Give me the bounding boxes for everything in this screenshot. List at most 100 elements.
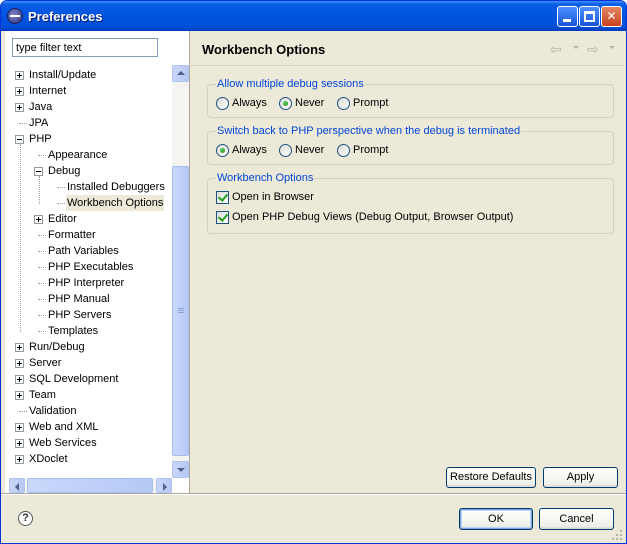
preference-tree-pane: Install/Update Internet Java JPA PHP Appearan… — [5, 31, 189, 493]
tree-item-label: Validation — [29, 405, 77, 417]
tree-item[interactable]: Server — [9, 355, 172, 371]
window-title: Preferences — [28, 9, 103, 24]
tree-item[interactable]: Appearance — [9, 147, 172, 163]
scroll-thumb[interactable] — [172, 166, 189, 456]
expand-icon[interactable] — [15, 87, 24, 96]
radio-button[interactable] — [216, 97, 229, 110]
expand-icon[interactable] — [15, 359, 24, 368]
cancel-button[interactable]: Cancel — [539, 508, 614, 530]
expand-icon[interactable] — [15, 439, 24, 448]
checkbox-label: Open PHP Debug Views (Debug Output, Brow… — [232, 211, 514, 223]
horizontal-scroll-thumb[interactable] — [27, 478, 153, 493]
tree-item[interactable]: Internet — [9, 83, 172, 99]
expand-icon[interactable] — [34, 215, 43, 224]
scroll-left-button[interactable] — [9, 478, 25, 493]
tree-item[interactable]: PHP Interpreter — [9, 275, 172, 291]
tree-item[interactable]: Installed Debuggers — [9, 179, 172, 195]
group-multiple-debug-sessions: Allow multiple debug sessions Always Nev… — [207, 78, 614, 118]
tree-item[interactable]: PHP Servers — [9, 307, 172, 323]
filter-input[interactable] — [12, 38, 158, 57]
forward-menu-icon[interactable] — [609, 46, 615, 49]
radio-label: Prompt — [353, 144, 389, 156]
tree-item-label: Web Services — [29, 437, 97, 449]
tree-vertical-scrollbar[interactable] — [172, 65, 189, 478]
resize-grip-icon[interactable] — [612, 530, 624, 542]
checkbox[interactable] — [216, 191, 229, 204]
tree-item[interactable]: Run/Debug — [9, 339, 172, 355]
tree-connector — [57, 187, 65, 188]
back-menu-icon[interactable] — [573, 46, 579, 49]
minimize-icon — [563, 19, 571, 22]
forward-arrow-icon[interactable]: ⇨ — [587, 41, 599, 58]
tree-connector — [38, 251, 46, 252]
restore-defaults-button[interactable]: Restore Defaults — [446, 467, 536, 488]
expand-icon[interactable] — [15, 375, 24, 384]
expand-icon[interactable] — [15, 71, 24, 80]
scroll-down-button[interactable] — [172, 461, 189, 478]
checkbox-label: Open in Browser — [232, 191, 314, 203]
tree-guide-line — [20, 144, 21, 332]
tree-item[interactable]: XDoclet — [9, 451, 172, 467]
ok-button[interactable]: OK — [459, 508, 533, 530]
group-workbench-options: Workbench Options Open in Browser Open P… — [207, 172, 614, 234]
tree-connector — [57, 203, 65, 204]
tree-item[interactable]: PHP — [9, 131, 172, 147]
expand-icon[interactable] — [15, 423, 24, 432]
tree-item[interactable]: Formatter — [9, 227, 172, 243]
radio-button[interactable] — [279, 144, 292, 157]
tree-horizontal-scrollbar[interactable] — [9, 478, 172, 493]
tree-item-label: Path Variables — [48, 245, 119, 257]
tree-item-label: Debug — [48, 165, 81, 177]
radio-button[interactable] — [216, 144, 229, 157]
scroll-right-button[interactable] — [156, 478, 172, 493]
tree-item[interactable]: PHP Manual — [9, 291, 172, 307]
tree-item[interactable]: Install/Update — [9, 67, 172, 83]
scroll-up-button[interactable] — [172, 65, 189, 82]
maximize-button[interactable] — [579, 6, 600, 27]
radio-button[interactable] — [337, 97, 350, 110]
footer-separator-highlight — [1, 494, 626, 495]
collapse-icon[interactable] — [15, 135, 24, 144]
tree-item[interactable]: Workbench Options — [9, 195, 172, 211]
scroll-down-icon — [177, 468, 185, 472]
expand-icon[interactable] — [15, 455, 24, 464]
minimize-button[interactable] — [557, 6, 578, 27]
tree-item[interactable]: Java — [9, 99, 172, 115]
tree-item[interactable]: Validation — [9, 403, 172, 419]
tree-item[interactable]: Web and XML — [9, 419, 172, 435]
tree-item[interactable]: Editor — [9, 211, 172, 227]
tree-item[interactable]: Debug — [9, 163, 172, 179]
expand-icon[interactable] — [15, 343, 24, 352]
tree-item[interactable]: Path Variables — [9, 243, 172, 259]
radio-button[interactable] — [279, 97, 292, 110]
title-bar[interactable]: Preferences ✕ — [1, 1, 626, 31]
tree-item-label: Internet — [29, 85, 67, 97]
expand-icon[interactable] — [15, 103, 24, 112]
tree-item[interactable]: Team — [9, 387, 172, 403]
tree-item[interactable]: Web Services — [9, 435, 172, 451]
collapse-icon[interactable] — [34, 167, 43, 176]
scroll-right-icon — [163, 483, 167, 491]
tree-item-label: Formatter — [48, 229, 96, 241]
page-header: Workbench Options ⇦ ⇨ — [191, 31, 623, 65]
tree-item-label: PHP Interpreter — [48, 277, 125, 289]
tree-item-label: Install/Update — [29, 69, 97, 81]
tree-item-label: PHP Manual — [48, 293, 110, 305]
close-button[interactable]: ✕ — [601, 6, 622, 27]
expand-icon[interactable] — [15, 391, 24, 400]
tree-item-label: Appearance — [48, 149, 108, 161]
pane-sash[interactable] — [189, 31, 191, 493]
apply-button[interactable]: Apply — [543, 467, 618, 488]
help-icon[interactable]: ? — [18, 511, 33, 526]
checkbox[interactable] — [216, 211, 229, 224]
tree-item-label: Workbench Options — [66, 195, 165, 211]
tree-item[interactable]: PHP Executables — [9, 259, 172, 275]
back-arrow-icon[interactable]: ⇦ — [550, 41, 562, 58]
radio-button[interactable] — [337, 144, 350, 157]
tree-connector — [19, 123, 27, 124]
group-title: Switch back to PHP perspective when the … — [216, 125, 522, 137]
tree-item[interactable]: SQL Development — [9, 371, 172, 387]
tree-connector — [38, 267, 46, 268]
tree-item[interactable]: Templates — [9, 323, 172, 339]
tree-item[interactable]: JPA — [9, 115, 172, 131]
